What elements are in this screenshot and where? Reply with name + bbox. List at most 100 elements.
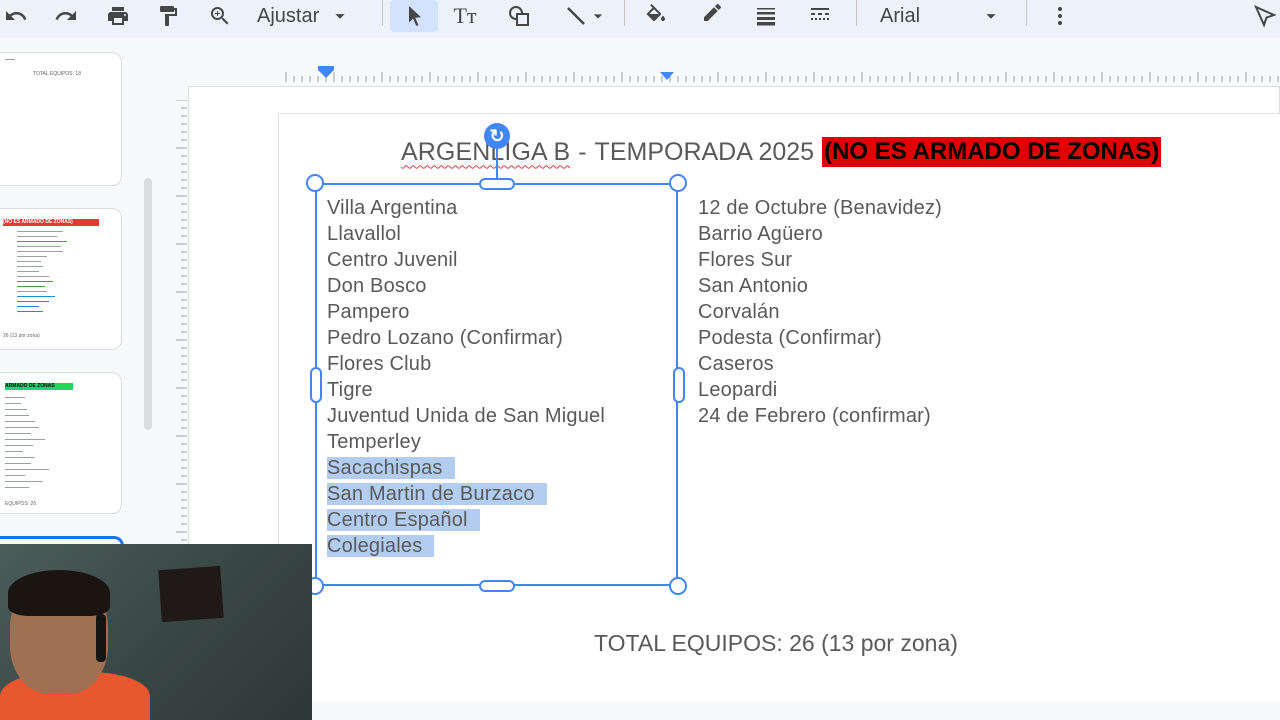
team-list-item[interactable]: Pedro Lozano (Confirmar) — [327, 325, 605, 351]
team-list-item[interactable]: Podesta (Confirmar) — [698, 325, 942, 351]
chevron-down-icon — [986, 14, 996, 19]
thumb-badge: ARMADO DE ZONAS — [5, 383, 73, 390]
team-list-item[interactable]: 24 de Febrero (confirmar) — [698, 403, 942, 429]
team-list-item[interactable]: San Antonio — [698, 273, 942, 299]
team-list-item[interactable]: Leopardi — [698, 377, 942, 403]
zoom-dropdown[interactable]: Ajustar — [250, 0, 370, 32]
more-icon[interactable] — [1046, 0, 1074, 32]
slide-thumbnail-2[interactable]: (NO ES ARMADO DE ZONAS) 26 (13 por zona) — [0, 208, 122, 350]
team-name: San Antonio — [698, 275, 809, 297]
resize-handle-tl[interactable] — [306, 174, 324, 192]
chevron-down-icon — [335, 14, 345, 19]
font-dropdown[interactable]: Arial — [870, 0, 1020, 32]
border-dash-icon[interactable] — [806, 0, 834, 32]
thumb-footer: EQUIPOS: 26 — [5, 501, 37, 507]
person-hair — [8, 570, 110, 616]
undo-icon[interactable] — [2, 0, 30, 32]
thumb-text: TOTAL EQUIPOS: 18 — [33, 71, 81, 77]
team-name: Flores Sur — [698, 249, 793, 271]
slide-thumbnail-1[interactable]: TOTAL EQUIPOS: 18 — [0, 52, 122, 186]
title-season: TEMPORADA 2025 — [594, 137, 815, 166]
team-name: Llavallol — [327, 223, 402, 245]
filmstrip-scrollbar[interactable] — [144, 178, 152, 430]
slide-title[interactable]: ARGENLIGA B - TEMPORADA 2025 (NO ES ARMA… — [401, 136, 1162, 168]
toolbar: Ajustar Tт Arial — [0, 0, 1280, 38]
redo-icon[interactable] — [52, 0, 80, 32]
resize-handle-br[interactable] — [669, 577, 687, 595]
rotate-stem — [496, 149, 498, 179]
team-list-item[interactable]: Juventud Unida de San Miguel — [327, 403, 605, 429]
total-teams[interactable]: TOTAL EQUIPOS: 26 (13 por zona) — [594, 630, 958, 657]
team-name: Corvalán — [698, 301, 780, 323]
team-list-item[interactable]: Tigre — [327, 377, 605, 403]
team-name: Tigre — [327, 379, 373, 401]
paint-format-icon[interactable] — [154, 0, 182, 32]
wall-picture — [158, 565, 224, 623]
resize-handle-bottom[interactable] — [479, 580, 515, 592]
team-name: 12 de Octubre (Benavidez) — [698, 197, 943, 219]
team-name: Don Bosco — [327, 275, 427, 297]
team-list-item[interactable]: Flores Club — [327, 351, 605, 377]
team-list-item[interactable]: Caseros — [698, 351, 942, 377]
team-list-item[interactable]: Centro Juvenil — [327, 247, 605, 273]
team-name: Centro Juvenil — [327, 249, 458, 271]
team-list-item[interactable]: San Martin de Burzaco — [327, 481, 605, 507]
team-name: Colegiales — [327, 535, 435, 557]
team-name: Barrio Agüero — [698, 223, 823, 245]
horizontal-ruler[interactable] — [284, 66, 1280, 86]
resize-handle-right[interactable] — [673, 367, 685, 403]
resize-handle-tr[interactable] — [669, 174, 687, 192]
slide-thumbnail-3[interactable]: ARMADO DE ZONAS EQUIPOS: 26 — [0, 372, 122, 514]
team-name: Centro Español — [327, 509, 480, 531]
team-list-item[interactable]: Barrio Agüero — [698, 221, 942, 247]
team-name: Sacachispas — [327, 457, 455, 479]
line-tool-button[interactable] — [556, 0, 616, 32]
team-list-item[interactable]: Don Bosco — [327, 273, 605, 299]
print-icon[interactable] — [104, 0, 132, 32]
team-list-item[interactable]: Corvalán — [698, 299, 942, 325]
rotate-handle-icon[interactable]: ↻ — [484, 123, 510, 149]
headset-mic — [96, 614, 106, 662]
text-box-icon[interactable]: Tт — [450, 0, 480, 32]
webcam-overlay — [0, 544, 312, 720]
team-list-item[interactable]: Sacachispas — [327, 455, 605, 481]
team-list-item[interactable]: Temperley — [327, 429, 605, 455]
team-list-item[interactable]: Centro Español — [327, 507, 605, 533]
team-name: Temperley — [327, 431, 422, 453]
zoom-icon[interactable] — [206, 0, 234, 32]
team-name: Juventud Unida de San Miguel — [327, 405, 606, 427]
title-badge: (NO ES ARMADO DE ZONAS) — [822, 137, 1162, 167]
team-name: Caseros — [698, 353, 774, 375]
pointer-icon[interactable] — [1250, 0, 1278, 32]
team-list-item[interactable]: Llavallol — [327, 221, 605, 247]
resize-handle-top[interactable] — [479, 178, 515, 190]
select-tool-button[interactable] — [390, 0, 438, 32]
divider — [856, 0, 857, 26]
border-color-icon[interactable] — [698, 0, 726, 32]
team-name: Leopardi — [698, 379, 778, 401]
team-name: San Martin de Burzaco — [327, 483, 547, 505]
team-name: Flores Club — [327, 353, 432, 375]
thumb-footer: 26 (13 por zona) — [3, 333, 40, 339]
zoom-label: Ajustar — [257, 4, 320, 27]
left-team-list[interactable]: Villa Argentina Llavallol Centro Juvenil Do… — [327, 195, 605, 559]
divider — [1026, 0, 1027, 26]
team-list-item[interactable]: Colegiales — [327, 533, 605, 559]
team-list-item[interactable]: Pampero — [327, 299, 605, 325]
team-list-item[interactable]: Flores Sur — [698, 247, 942, 273]
fill-color-icon[interactable] — [642, 0, 670, 32]
team-list-item[interactable]: Villa Argentina — [327, 195, 605, 221]
divider — [382, 0, 383, 26]
resize-handle-left[interactable] — [310, 367, 322, 403]
shape-icon[interactable] — [504, 0, 534, 32]
select-icon — [409, 6, 421, 26]
thumb-badge: (NO ES ARMADO DE ZONAS) — [3, 219, 99, 226]
team-name: Villa Argentina — [327, 197, 458, 219]
vertical-ruler[interactable] — [172, 100, 188, 560]
team-name: Pampero — [327, 301, 410, 323]
border-weight-icon[interactable] — [752, 0, 780, 32]
font-name: Arial — [880, 4, 921, 27]
chevron-down-icon — [593, 14, 603, 19]
right-team-list[interactable]: 12 de Octubre (Benavidez) Barrio Agüero Fl… — [698, 195, 942, 429]
team-list-item[interactable]: 12 de Octubre (Benavidez) — [698, 195, 942, 221]
